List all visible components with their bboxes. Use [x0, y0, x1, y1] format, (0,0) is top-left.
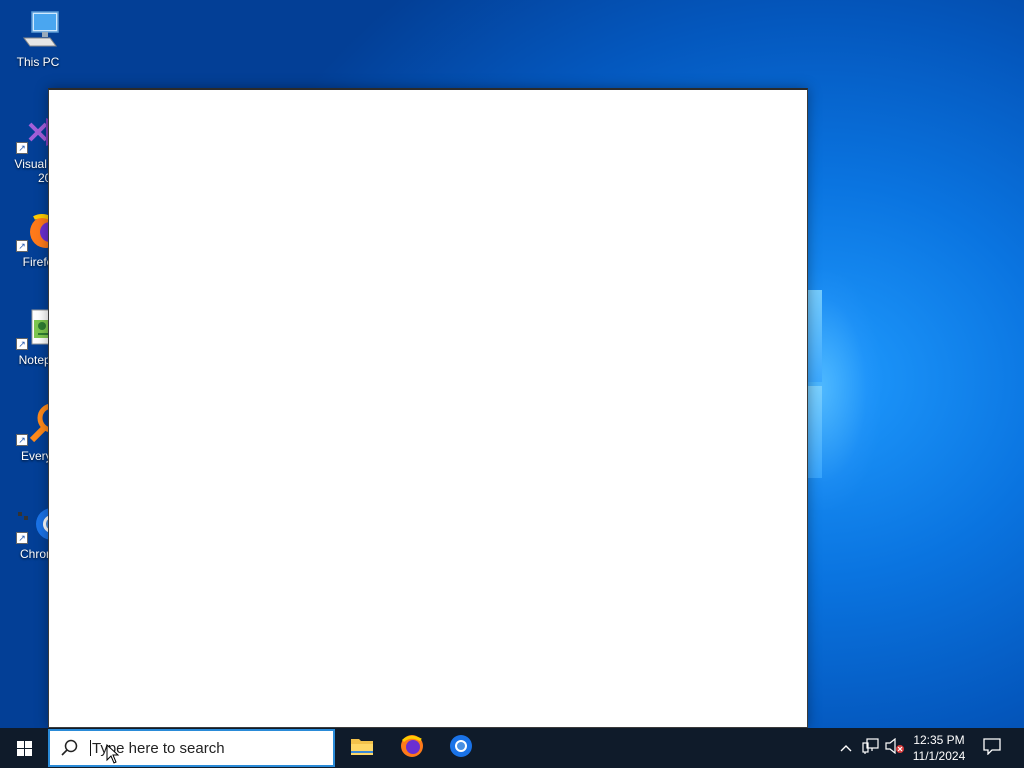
shortcut-arrow-icon: ↗	[16, 532, 28, 544]
folder-icon	[350, 735, 374, 762]
volume-muted-icon	[885, 737, 905, 759]
clock-time: 12:35 PM	[913, 733, 965, 747]
search-icon	[50, 731, 90, 765]
windows-logo-pane	[808, 386, 822, 478]
text-caret	[90, 740, 91, 756]
show-hidden-icons-button[interactable]	[836, 728, 856, 768]
network-tray-button[interactable]	[860, 728, 882, 768]
start-button[interactable]	[0, 728, 48, 768]
chrome-icon	[449, 734, 473, 763]
mouse-cursor-icon	[106, 743, 120, 764]
action-center-button[interactable]	[978, 728, 1006, 768]
taskbar: Type here to search 12:35 PM 11/1/2024	[0, 728, 1024, 768]
taskbar-file-explorer[interactable]	[338, 728, 386, 768]
windows-logo-pane	[808, 290, 822, 382]
shortcut-arrow-icon: ↗	[16, 142, 28, 154]
taskbar-search-box[interactable]: Type here to search	[48, 729, 335, 767]
shortcut-arrow-icon: ↗	[16, 338, 28, 350]
taskbar-chrome[interactable]	[437, 728, 485, 768]
taskbar-firefox[interactable]	[388, 728, 436, 768]
shortcut-arrow-icon: ↗	[16, 434, 28, 446]
shortcut-arrow-icon: ↗	[16, 240, 28, 252]
clock-date: 11/1/2024	[912, 749, 966, 763]
this-pc-icon	[16, 8, 60, 52]
desktop: This PC ↗ Visual St 201 ↗ Firefo	[0, 0, 1024, 728]
taskbar-clock[interactable]: 12:35 PM 11/1/2024	[906, 732, 972, 764]
chevron-up-icon	[840, 739, 852, 757]
volume-tray-button[interactable]	[884, 728, 906, 768]
notification-icon	[983, 737, 1001, 760]
desktop-icon-this-pc[interactable]: This PC	[0, 8, 76, 69]
blank-app-window[interactable]	[48, 88, 808, 728]
firefox-icon	[400, 734, 424, 763]
network-icon	[862, 737, 880, 759]
windows-logo-icon	[16, 740, 32, 756]
